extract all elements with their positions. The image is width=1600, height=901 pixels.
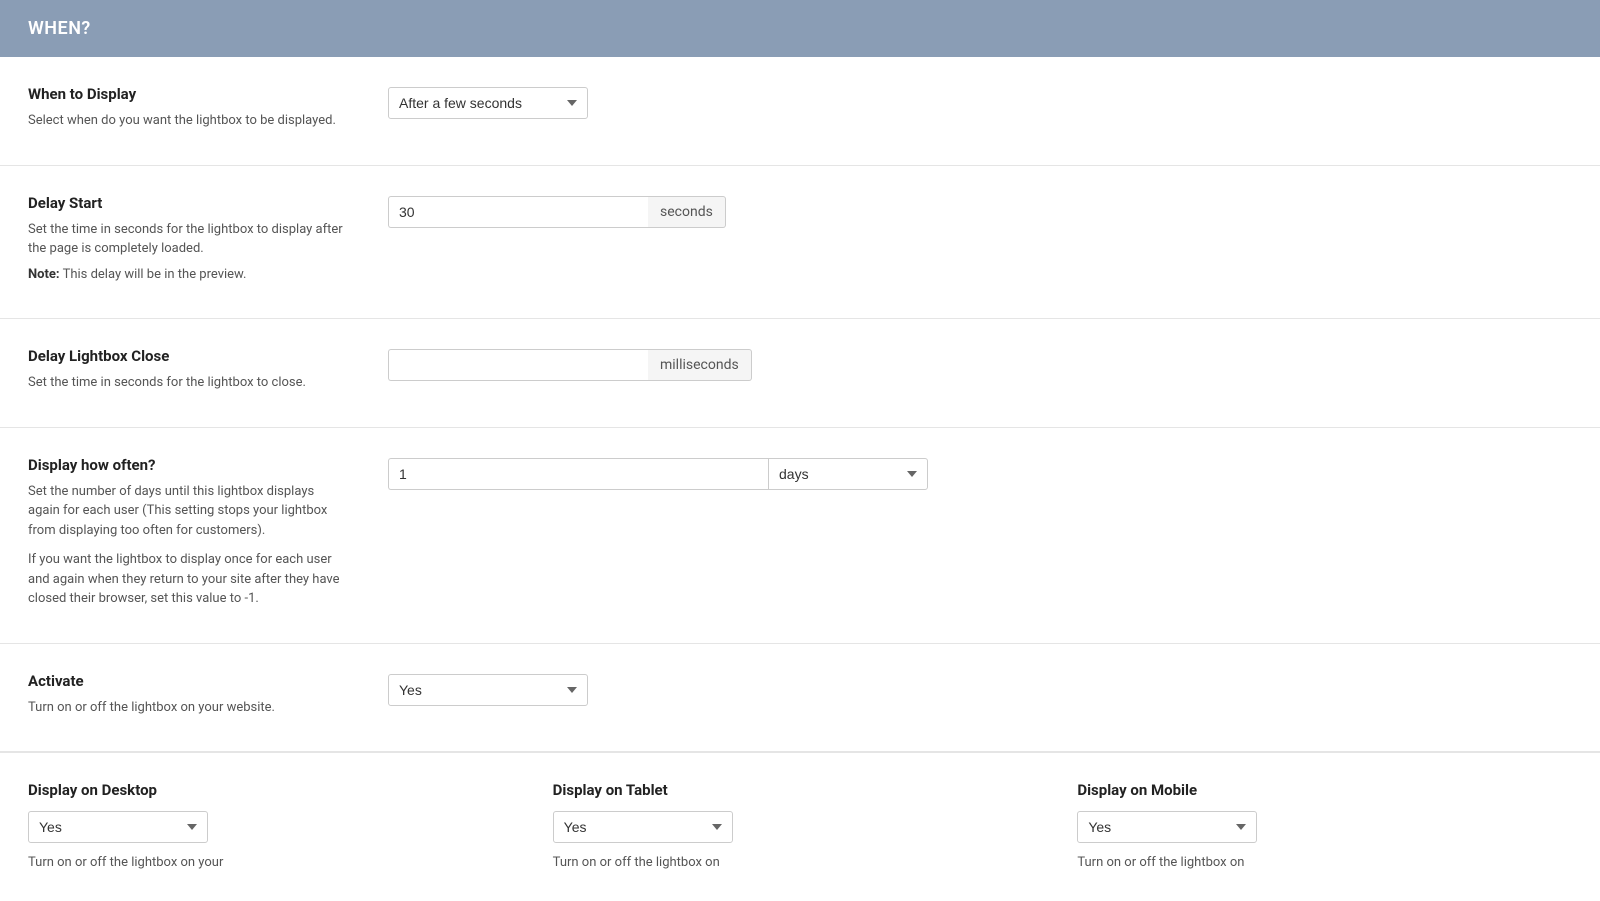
delay-lightbox-close-control: milliseconds: [388, 347, 1572, 381]
activate-select[interactable]: Yes No: [388, 674, 588, 706]
activate-section: Activate Turn on or off the lightbox on …: [0, 644, 1600, 753]
delay-start-input-group: seconds: [388, 196, 726, 228]
delay-lightbox-close-description: Set the time in seconds for the lightbox…: [28, 373, 348, 393]
when-to-display-control: After a few seconds Immediately On exit …: [388, 85, 1572, 119]
display-on-mobile-select[interactable]: Yes No: [1077, 811, 1257, 843]
delay-start-note: Note: This delay will be in the preview.: [28, 265, 348, 285]
when-to-display-heading: When to Display: [28, 85, 348, 103]
delay-lightbox-close-label-group: Delay Lightbox Close Set the time in sec…: [28, 347, 388, 399]
display-on-mobile-heading: Display on Mobile: [1077, 781, 1572, 799]
display-how-often-heading: Display how often?: [28, 456, 348, 474]
display-how-often-description1: Set the number of days until this lightb…: [28, 482, 348, 541]
page-title: WHEN?: [28, 18, 1572, 39]
display-on-desktop-description: Turn on or off the lightbox on your: [28, 853, 523, 873]
when-to-display-select[interactable]: After a few seconds Immediately On exit …: [388, 87, 588, 119]
display-on-tablet-select[interactable]: Yes No: [553, 811, 733, 843]
display-on-desktop-col: Display on Desktop Yes No Turn on or off…: [28, 781, 553, 873]
when-to-display-description: Select when do you want the lightbox to …: [28, 111, 348, 131]
display-on-desktop-select[interactable]: Yes No: [28, 811, 208, 843]
activate-control: Yes No: [388, 672, 1572, 706]
delay-lightbox-close-unit: milliseconds: [648, 349, 752, 381]
display-how-often-label-group: Display how often? Set the number of day…: [28, 456, 388, 615]
display-how-often-description2: If you want the lightbox to display once…: [28, 550, 348, 609]
delay-start-note-label: Note:: [28, 267, 60, 282]
display-on-mobile-description: Turn on or off the lightbox on: [1077, 853, 1572, 873]
display-often-input-group: days hours minutes: [388, 458, 928, 490]
delay-start-unit: seconds: [648, 196, 726, 228]
display-device-section: Display on Desktop Yes No Turn on or off…: [0, 752, 1600, 901]
page-header: WHEN?: [0, 0, 1600, 57]
delay-start-label-group: Delay Start Set the time in seconds for …: [28, 194, 388, 291]
delay-start-input[interactable]: [388, 196, 648, 228]
display-often-select[interactable]: days hours minutes: [768, 458, 928, 490]
display-on-desktop-heading: Display on Desktop: [28, 781, 523, 799]
delay-lightbox-close-input-group: milliseconds: [388, 349, 752, 381]
delay-start-control: seconds: [388, 194, 1572, 228]
delay-start-note-text: This delay will be in the preview.: [60, 267, 247, 282]
when-to-display-section: When to Display Select when do you want …: [0, 57, 1600, 166]
delay-start-section: Delay Start Set the time in seconds for …: [0, 166, 1600, 320]
display-how-often-control: days hours minutes: [388, 456, 1572, 490]
display-on-tablet-heading: Display on Tablet: [553, 781, 1048, 799]
display-how-often-section: Display how often? Set the number of day…: [0, 428, 1600, 644]
activate-description: Turn on or off the lightbox on your webs…: [28, 698, 348, 718]
delay-lightbox-close-input[interactable]: [388, 349, 648, 381]
display-on-tablet-description: Turn on or off the lightbox on: [553, 853, 1048, 873]
delay-start-description: Set the time in seconds for the lightbox…: [28, 220, 348, 259]
page-content: When to Display Select when do you want …: [0, 57, 1600, 901]
activate-label-group: Activate Turn on or off the lightbox on …: [28, 672, 388, 724]
when-to-display-label-group: When to Display Select when do you want …: [28, 85, 388, 137]
display-on-mobile-col: Display on Mobile Yes No Turn on or off …: [1077, 781, 1572, 873]
delay-start-heading: Delay Start: [28, 194, 348, 212]
display-on-tablet-col: Display on Tablet Yes No Turn on or off …: [553, 781, 1078, 873]
activate-heading: Activate: [28, 672, 348, 690]
delay-lightbox-close-section: Delay Lightbox Close Set the time in sec…: [0, 319, 1600, 428]
delay-lightbox-close-heading: Delay Lightbox Close: [28, 347, 348, 365]
display-often-input[interactable]: [388, 458, 768, 490]
